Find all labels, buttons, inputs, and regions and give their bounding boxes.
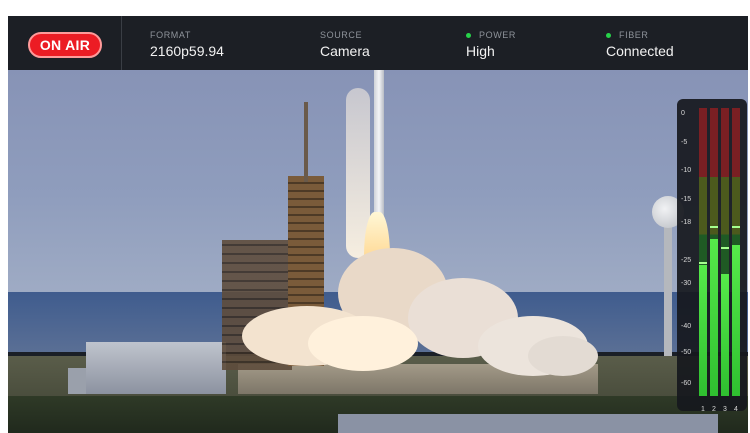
audio-channel-1 [699, 108, 707, 396]
meter-level [732, 244, 740, 396]
tower-mast [304, 102, 308, 182]
rocket [374, 40, 384, 240]
status-divider [121, 16, 122, 70]
water-tower-leg [664, 226, 672, 356]
source-value: Camera [320, 43, 370, 59]
smoke-cloud [528, 336, 598, 376]
fiber-label: FIBER [619, 30, 649, 40]
meter-peak [710, 225, 718, 228]
meter-level [710, 239, 718, 396]
meter-peak [699, 262, 707, 265]
audio-channel-label: 4 [734, 406, 738, 413]
power-label: POWER [479, 30, 517, 40]
meter-level [721, 274, 729, 396]
source-field[interactable]: SOURCE Camera [320, 29, 370, 59]
meter-peak [732, 225, 740, 228]
format-field[interactable]: FORMAT 2160p59.94 [150, 29, 224, 59]
audio-channel-3 [721, 108, 729, 396]
power-field[interactable]: POWER High [466, 29, 516, 59]
status-bar: ON AIR FORMAT 2160p59.94 SOURCE Camera P… [8, 16, 748, 70]
on-air-badge[interactable]: ON AIR [28, 32, 102, 58]
power-value: High [466, 43, 495, 59]
power-status-dot-icon [466, 32, 471, 38]
audio-meter-bars: 1234 [699, 108, 743, 413]
smoke-cloud [308, 316, 418, 371]
audio-channel-label: 1 [701, 406, 705, 413]
fiber-status-dot-icon [606, 32, 611, 38]
foreground-water [338, 414, 718, 433]
meter-level [699, 265, 707, 396]
fiber-value: Connected [606, 43, 674, 59]
audio-channel-label: 2 [712, 406, 716, 413]
fiber-field[interactable]: FIBER Connected [606, 29, 674, 59]
audio-channel-label: 3 [723, 406, 727, 413]
monitor-screen: ON AIR FORMAT 2160p59.94 SOURCE Camera P… [8, 16, 748, 433]
audio-channel-4 [732, 108, 740, 396]
audio-meter-panel[interactable]: 0 -5 -10 -15 -18 -25 -30 -40 -50 -60 1234 [677, 99, 747, 413]
source-label: SOURCE [320, 30, 363, 40]
meter-peak [721, 246, 729, 249]
hangar-building [86, 342, 226, 394]
format-value: 2160p59.94 [150, 43, 224, 59]
audio-channel-2 [710, 108, 718, 396]
format-label: FORMAT [150, 30, 191, 40]
